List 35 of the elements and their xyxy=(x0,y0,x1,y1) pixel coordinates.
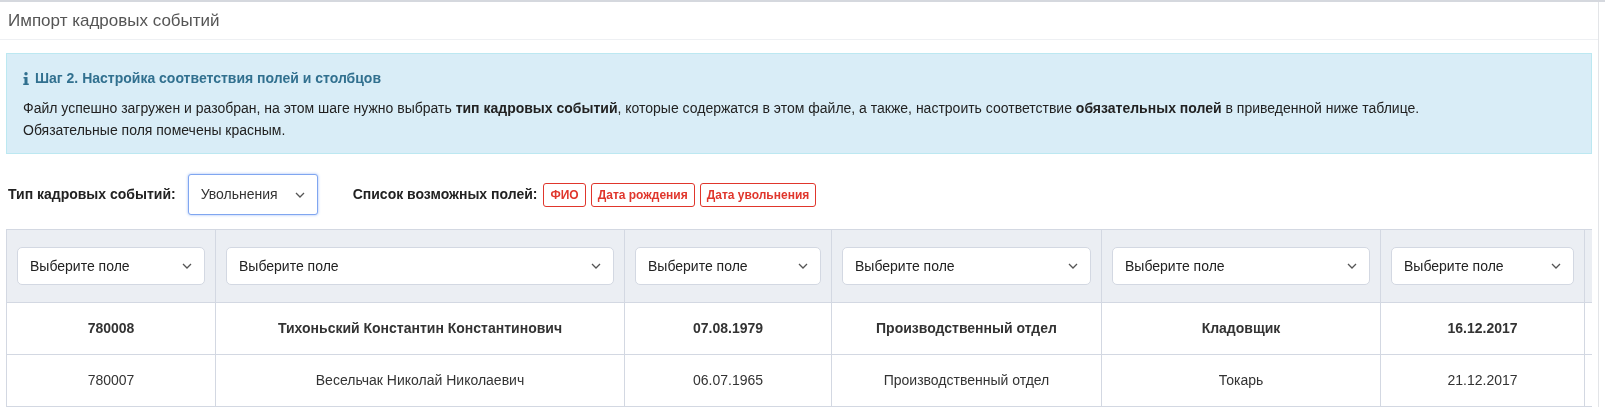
table-cell-text: 780007 xyxy=(87,371,135,390)
table-cell-text: Весельчак Николай Николаевич xyxy=(315,371,525,390)
chevron-down-icon xyxy=(591,263,601,269)
table-cell-text: 07.08.1979 xyxy=(692,319,764,338)
table-cell-text: Токарь xyxy=(1218,371,1264,390)
column-field-select[interactable]: Выберите поле xyxy=(842,247,1091,285)
column-field-select[interactable]: Выберите поле xyxy=(635,247,821,285)
column-field-select[interactable]: Выберите поле xyxy=(1112,247,1370,285)
table-cell-text: Производственный отдел xyxy=(876,319,1057,338)
field-tag: Дата рождения xyxy=(590,182,695,207)
field-tag: ФИО xyxy=(543,182,586,207)
chevron-down-icon xyxy=(1068,263,1078,269)
column-field-select[interactable]: Выберите поле xyxy=(1391,247,1574,285)
info-text: Файл успешно загружен и разобран, на этом шаге нужно выбрать тип кадровых событий, которые содержатся в этом файле, а также, настроить соответствие обязательных полей в приведенной ниже таблице. Обязательные поля помечены красным. xyxy=(23,99,1421,140)
table-cell-text: Тихоньский Константин Константинович xyxy=(277,319,563,338)
page-title: Импорт кадровых событий xyxy=(8,9,220,32)
column-field-select[interactable]: Выберите поле xyxy=(226,247,614,285)
event-type-select[interactable]: Увольнения xyxy=(187,174,318,215)
chevron-down-icon xyxy=(294,191,305,198)
field-tag: Дата увольнения xyxy=(699,182,817,207)
chevron-down-icon xyxy=(798,263,808,269)
fields-label: Список возможных полей: xyxy=(352,185,538,204)
table-cell-text: 16.12.2017 xyxy=(1447,319,1518,338)
chevron-down-icon xyxy=(1347,263,1357,269)
info-icon xyxy=(23,72,29,85)
table-cell-text: Производственный отдел xyxy=(883,371,1050,390)
info-heading: Шаг 2. Настройка соответствия полей и столбцов xyxy=(35,69,381,88)
table-cell-text: 780008 xyxy=(87,319,135,338)
table-cell-text: Кладовщик xyxy=(1201,319,1281,338)
column-field-select[interactable]: Выберите поле xyxy=(17,247,205,285)
event-type-label: Тип кадровых событий: xyxy=(8,185,176,204)
table-cell-text: 21.12.2017 xyxy=(1447,371,1518,390)
chevron-down-icon xyxy=(182,263,192,269)
chevron-down-icon xyxy=(1551,263,1561,269)
table-cell-text: 06.07.1965 xyxy=(692,371,764,390)
